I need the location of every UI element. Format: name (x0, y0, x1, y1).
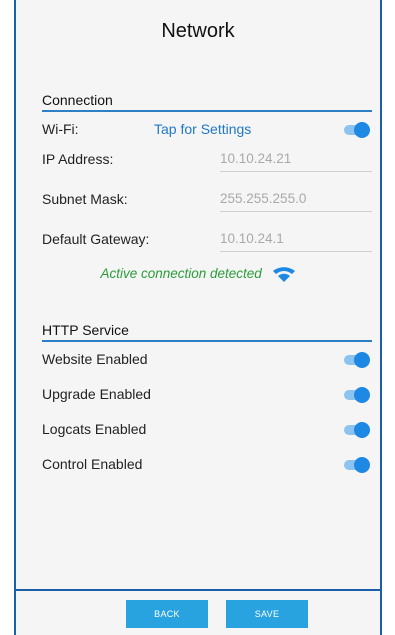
wifi-row: Wi-Fi: Tap for Settings (42, 118, 376, 142)
subnet-mask-field[interactable]: 255.255.255.0 (220, 191, 372, 212)
control-enabled-toggle[interactable] (344, 457, 370, 473)
ip-address-row: IP Address: 10.10.24.21 (42, 148, 376, 172)
toggle-thumb (354, 422, 370, 438)
upgrade-enabled-toggle[interactable] (344, 387, 370, 403)
upgrade-enabled-label: Upgrade Enabled (42, 386, 151, 402)
subnet-mask-label: Subnet Mask: (42, 191, 128, 207)
default-gateway-label: Default Gateway: (42, 231, 150, 247)
back-button[interactable]: BACK (126, 600, 208, 628)
toggle-thumb (354, 387, 370, 403)
wifi-settings-link[interactable]: Tap for Settings (154, 121, 251, 137)
list-item: Website Enabled (42, 348, 376, 372)
wifi-label: Wi-Fi: (42, 121, 79, 137)
ip-address-label: IP Address: (42, 151, 114, 167)
default-gateway-field[interactable]: 10.10.24.1 (220, 231, 372, 252)
wifi-icon (272, 267, 295, 283)
logcats-enabled-toggle[interactable] (344, 422, 370, 438)
website-enabled-toggle[interactable] (344, 352, 370, 368)
footer-divider (16, 589, 380, 591)
network-screen: Network Connection Wi-Fi: Tap for Settin… (14, 0, 382, 635)
toggle-thumb (354, 457, 370, 473)
toggle-thumb (354, 122, 370, 138)
list-item: Control Enabled (42, 453, 376, 477)
list-item: Upgrade Enabled (42, 383, 376, 407)
connection-section-header: Connection (42, 92, 372, 112)
logcats-enabled-label: Logcats Enabled (42, 421, 147, 437)
default-gateway-row: Default Gateway: 10.10.24.1 (42, 228, 376, 252)
list-item: Logcats Enabled (42, 418, 376, 442)
http-service-section-header: HTTP Service (42, 322, 372, 342)
toggle-thumb (354, 352, 370, 368)
connection-status-text: Active connection detected (100, 266, 262, 281)
ip-address-field[interactable]: 10.10.24.21 (220, 151, 372, 172)
connection-status: Active connection detected (16, 266, 380, 283)
control-enabled-label: Control Enabled (42, 456, 143, 472)
subnet-mask-row: Subnet Mask: 255.255.255.0 (42, 188, 376, 212)
save-button[interactable]: SAVE (226, 600, 308, 628)
website-enabled-label: Website Enabled (42, 351, 148, 367)
page-title: Network (161, 20, 235, 42)
wifi-toggle[interactable] (344, 122, 370, 138)
